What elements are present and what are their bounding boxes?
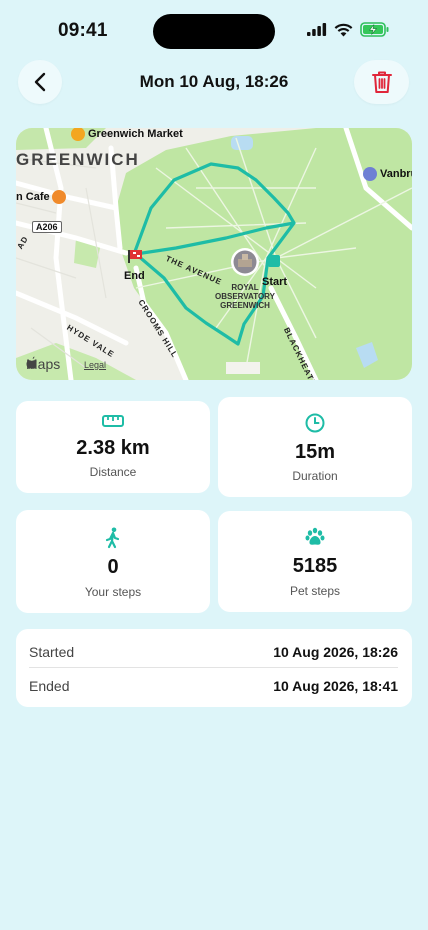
started-row: Started 10 Aug 2026, 18:26 <box>29 635 398 669</box>
status-icons <box>307 22 390 37</box>
map-label-end: End <box>124 270 145 282</box>
started-value: 10 Aug 2026, 18:26 <box>273 644 398 660</box>
started-label: Started <box>29 644 75 660</box>
clock-icon <box>305 413 325 433</box>
your-steps-card: 0 Your steps <box>16 510 210 613</box>
apple-logo-icon <box>26 356 37 369</box>
map-road-sign: A206 <box>32 221 62 233</box>
map-label-district: GREENWICH <box>16 150 140 169</box>
duration-value: 15m <box>294 441 336 463</box>
map-label-greenwich-market: Greenwich Market <box>88 128 183 140</box>
trash-icon <box>371 71 392 93</box>
times-card: Started 10 Aug 2026, 18:26 Ended 10 Aug … <box>16 629 412 707</box>
pet-steps-label: Pet steps <box>289 584 341 598</box>
apple-maps-attribution: Maps <box>26 356 60 372</box>
duration-label: Duration <box>292 469 338 483</box>
cellular-signal-icon <box>307 23 327 36</box>
header: Mon 10 Aug, 18:26 <box>0 60 428 104</box>
duration-card: 15m Duration <box>218 397 412 497</box>
distance-value: 2.38 km <box>76 437 150 459</box>
ruler-icon <box>102 415 124 427</box>
distance-card: 2.38 km Distance <box>16 401 210 493</box>
paw-icon-wrap <box>218 527 412 547</box>
ended-value: 10 Aug 2026, 18:41 <box>273 678 398 694</box>
pet-steps-card: 5185 Pet steps <box>218 511 412 612</box>
ended-row: Ended 10 Aug 2026, 18:41 <box>29 669 398 703</box>
walking-person-icon <box>105 527 120 549</box>
battery-charging-icon <box>360 22 389 37</box>
your-steps-value: 0 <box>107 556 119 578</box>
status-time: 09:41 <box>58 20 108 41</box>
delete-button[interactable] <box>354 60 409 104</box>
ruler-icon-wrap <box>16 415 210 427</box>
route-map[interactable]: Greenwich Market GREENWICH n Cafe A206 V… <box>16 128 412 380</box>
ended-label: Ended <box>29 678 70 694</box>
distance-label: Distance <box>89 465 137 479</box>
your-steps-label: Your steps <box>84 585 142 599</box>
wifi-icon <box>334 23 353 36</box>
times-divider <box>29 667 398 668</box>
map-label-observatory: ROYAL OBSERVATORY GREENWICH <box>214 283 275 310</box>
paw-icon <box>305 527 325 545</box>
walking-icon-wrap <box>16 527 210 549</box>
pet-steps-value: 5185 <box>292 555 338 577</box>
legal-link[interactable]: Legal <box>84 360 106 370</box>
map-label-vanbrugh: Vanbru <box>380 168 412 180</box>
clock-icon-wrap <box>218 413 412 433</box>
dynamic-island <box>153 14 275 49</box>
status-bar: 09:41 <box>0 0 428 62</box>
map-label-cafe: n Cafe <box>16 191 50 203</box>
